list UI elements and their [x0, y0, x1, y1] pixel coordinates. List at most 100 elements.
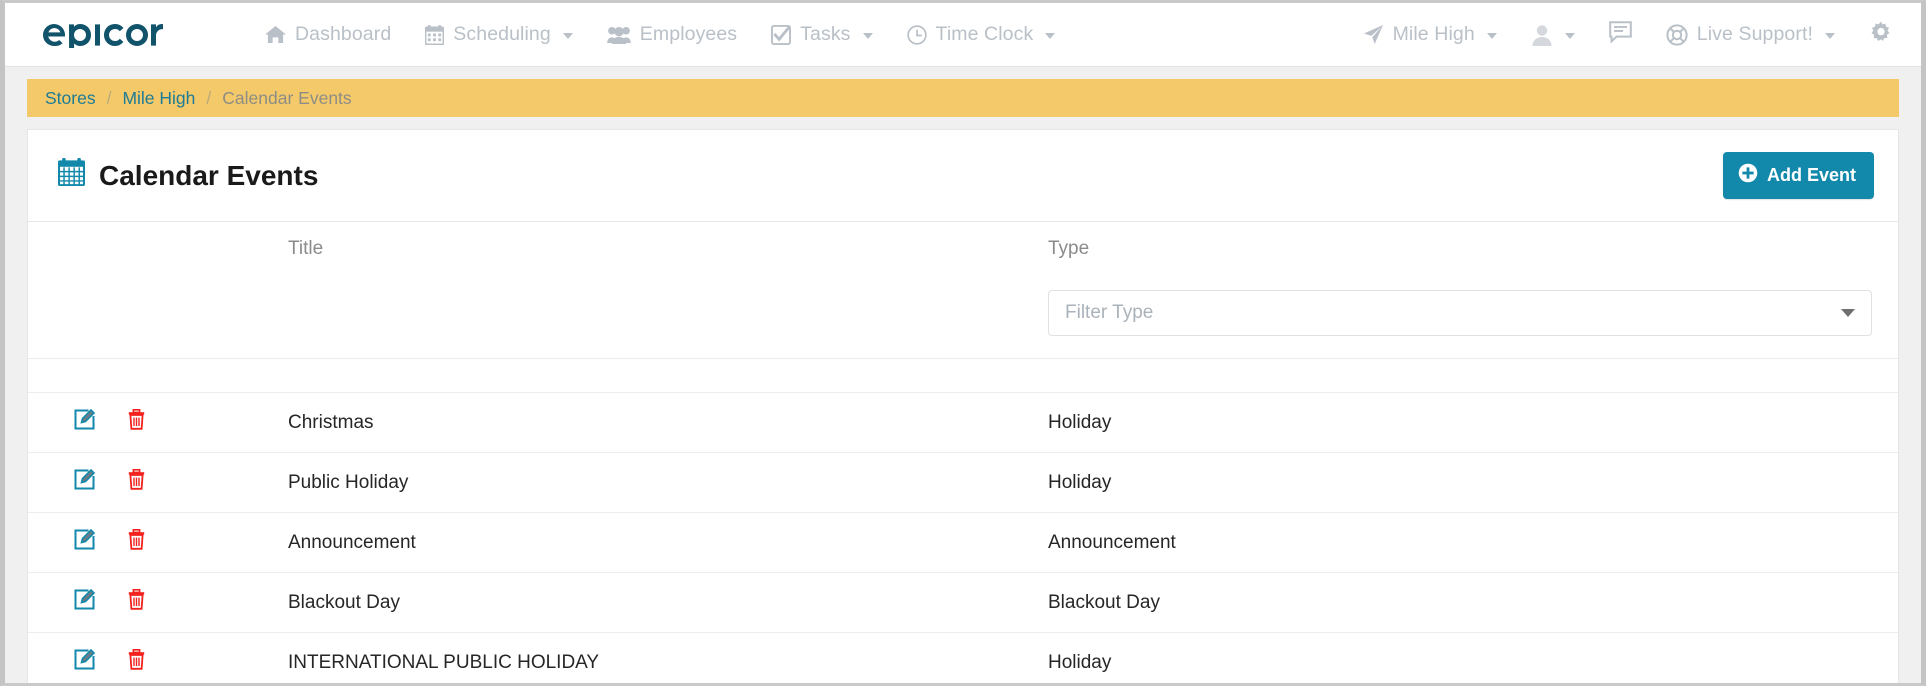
trash-icon[interactable] — [128, 649, 145, 670]
calendar-icon — [57, 158, 86, 193]
table-row: Public Holiday Holiday — [28, 452, 1898, 513]
nav-item-live-support[interactable]: Live Support! — [1666, 23, 1835, 46]
table-row: Christmas Holiday — [28, 392, 1898, 453]
nav-item-tasks[interactable]: Tasks — [771, 23, 873, 46]
row-title: Public Holiday — [288, 452, 1048, 513]
column-header-title: Title — [288, 221, 1048, 276]
user-avatar-icon — [1531, 24, 1553, 46]
row-delete-cell — [128, 572, 288, 633]
page-title-text: Calendar Events — [99, 159, 319, 191]
calendar-events-panel: Calendar Events Add Event Title Type Fil… — [27, 129, 1899, 683]
nav-item-scheduling[interactable]: Scheduling — [425, 23, 573, 46]
row-edit-cell — [28, 632, 128, 683]
primary-nav: Dashboard Scheduling Employees Tasks Tim… — [265, 23, 1056, 46]
chevron-down-icon — [1045, 32, 1056, 39]
chevron-down-icon — [562, 32, 573, 39]
edit-pencil-icon[interactable] — [74, 469, 96, 490]
filter-row: Filter Type — [28, 276, 1898, 359]
nav-item-user-menu[interactable] — [1531, 24, 1575, 46]
users-icon — [606, 26, 631, 44]
chevron-down-icon — [1841, 309, 1855, 317]
table-row: Blackout Day Blackout Day — [28, 572, 1898, 633]
gear-icon — [1869, 20, 1893, 49]
row-edit-cell — [28, 392, 128, 453]
column-header-type: Type — [1048, 221, 1898, 276]
trash-icon[interactable] — [128, 589, 145, 610]
page-title: Calendar Events — [57, 158, 319, 193]
nav-label-live-support: Live Support! — [1696, 23, 1813, 45]
row-type: Holiday — [1048, 392, 1898, 453]
filter-cell-edit — [28, 276, 128, 359]
breadcrumb-separator: / — [206, 87, 212, 108]
nav-label-tasks: Tasks — [800, 23, 851, 45]
epicor-logo[interactable] — [41, 22, 169, 48]
chevron-down-icon — [1564, 32, 1575, 39]
chevron-down-icon — [862, 32, 873, 39]
edit-pencil-icon[interactable] — [74, 649, 96, 670]
clock-icon — [906, 24, 927, 45]
nav-item-messages[interactable] — [1608, 21, 1632, 48]
top-navigation-bar: Dashboard Scheduling Employees Tasks Tim… — [5, 3, 1921, 67]
calendar-icon — [425, 24, 445, 45]
secondary-nav: Mile High Live Support! — [1363, 20, 1893, 49]
breadcrumb-item-mile-high[interactable]: Mile High — [122, 88, 195, 109]
calendar-events-table: Title Type Filter Type Christmas Holiday… — [28, 221, 1898, 683]
row-delete-cell — [128, 392, 288, 453]
column-header-edit — [28, 221, 128, 276]
breadcrumb: Stores / Mile High / Calendar Events — [27, 79, 1899, 117]
row-title: Announcement — [288, 512, 1048, 573]
add-event-button[interactable]: Add Event — [1722, 152, 1874, 199]
nav-label-scheduling: Scheduling — [453, 23, 551, 45]
nav-label-employees: Employees — [639, 23, 738, 45]
filter-cell-type: Filter Type — [1048, 276, 1898, 359]
row-delete-cell — [128, 452, 288, 513]
table-head: Title Type — [28, 221, 1898, 276]
lifebuoy-icon — [1666, 23, 1688, 46]
check-square-icon — [771, 24, 792, 45]
row-edit-cell — [28, 572, 128, 633]
table-row: Announcement Announcement — [28, 512, 1898, 573]
row-edit-cell — [28, 452, 128, 513]
spacer-cell — [28, 358, 1898, 393]
nav-label-time-clock: Time Clock — [935, 23, 1034, 45]
trash-icon[interactable] — [128, 529, 145, 550]
app-window: Dashboard Scheduling Employees Tasks Tim… — [0, 0, 1926, 686]
filter-type-placeholder: Filter Type — [1065, 302, 1154, 323]
row-edit-cell — [28, 512, 128, 573]
row-type: Holiday — [1048, 452, 1898, 513]
nav-item-settings[interactable] — [1869, 20, 1893, 49]
chevron-down-icon — [1825, 32, 1835, 39]
nav-item-dashboard[interactable]: Dashboard — [265, 23, 391, 46]
filter-type-select[interactable]: Filter Type — [1048, 290, 1872, 336]
row-title: Christmas — [288, 392, 1048, 453]
plus-circle-icon — [1738, 163, 1758, 188]
nav-label-dashboard: Dashboard — [295, 23, 392, 45]
row-type: Holiday — [1048, 632, 1898, 683]
nav-item-store-selector[interactable]: Mile High — [1363, 23, 1497, 46]
table-spacer-row — [28, 358, 1898, 393]
trash-icon[interactable] — [128, 409, 145, 430]
panel-header: Calendar Events Add Event — [28, 130, 1898, 221]
trash-icon[interactable] — [128, 469, 145, 490]
table-body: Filter Type Christmas Holiday Public Hol… — [28, 276, 1898, 683]
edit-pencil-icon[interactable] — [74, 589, 96, 610]
nav-label-store: Mile High — [1392, 23, 1475, 45]
row-title: Blackout Day — [288, 572, 1048, 633]
content-region: Calendar Events Add Event Title Type Fil… — [5, 117, 1921, 683]
filter-cell-delete — [128, 276, 288, 359]
row-title: INTERNATIONAL PUBLIC HOLIDAY — [288, 632, 1048, 683]
epicor-wordmark-icon — [43, 23, 163, 48]
filter-cell-title — [288, 276, 1048, 359]
column-header-delete — [128, 221, 288, 276]
edit-pencil-icon[interactable] — [74, 529, 96, 550]
row-delete-cell — [128, 632, 288, 683]
row-delete-cell — [128, 512, 288, 573]
breadcrumb-separator: / — [106, 87, 112, 108]
chat-icon — [1608, 21, 1632, 48]
breadcrumb-item-stores[interactable]: Stores — [45, 88, 96, 109]
nav-item-employees[interactable]: Employees — [606, 23, 738, 46]
home-icon — [265, 25, 286, 44]
nav-item-time-clock[interactable]: Time Clock — [906, 23, 1056, 46]
table-header-row: Title Type — [28, 221, 1898, 276]
edit-pencil-icon[interactable] — [74, 409, 96, 430]
